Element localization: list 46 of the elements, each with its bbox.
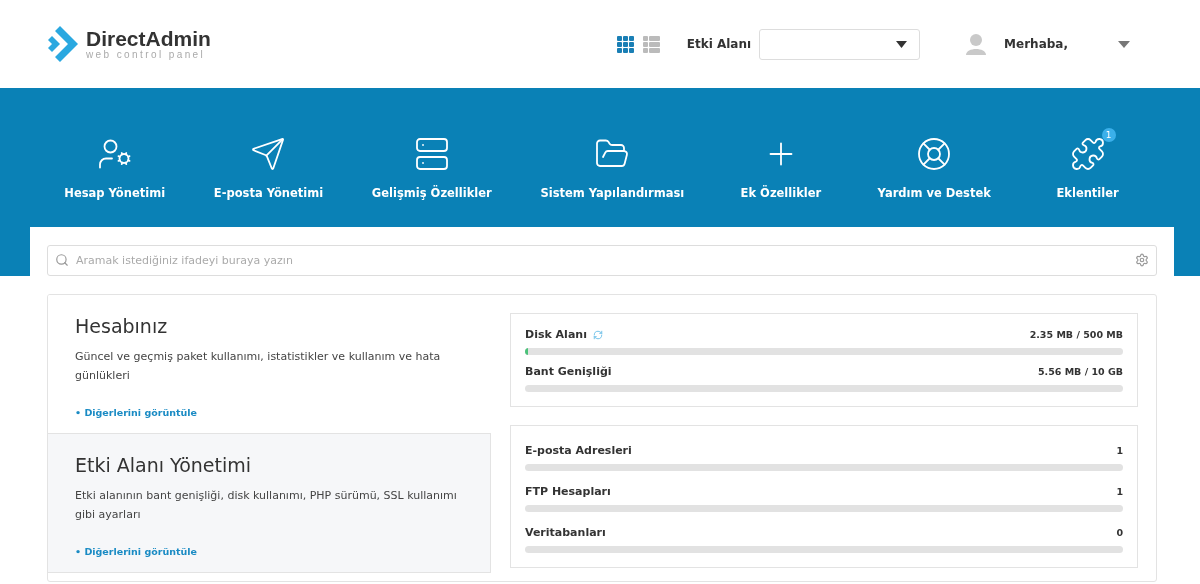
search-icon (55, 253, 69, 267)
section-title: Etki Alanı Yönetimi (75, 454, 252, 476)
logo-name: DirectAdmin (86, 28, 211, 49)
refresh-icon[interactable] (592, 329, 603, 340)
count-reading: 1 (1116, 445, 1123, 456)
paper-plane-icon (250, 136, 287, 172)
usage-label: Bant Genişliği (525, 365, 612, 378)
caret-icon[interactable] (1118, 40, 1130, 48)
count-label: Veritabanları (525, 526, 606, 539)
list-icon (642, 35, 660, 53)
section-description: Güncel ve geçmiş paket kullanımı, istatistikler ve kullanım ve hata günlükleri (75, 349, 442, 384)
section-panel[interactable]: Hesabınız Güncel ve geçmiş paket kullanımı, istatistikler ve kullanım ve hata günlükleri • Diğerlerini görüntüle (48, 295, 491, 434)
grid-icon (616, 35, 634, 53)
greeting: Merhaba, (1004, 37, 1068, 51)
nav-item[interactable]: Hesap Yönetimi (52, 126, 178, 200)
view-toggle[interactable] (616, 35, 634, 53)
domain-label: Etki Alanı (686, 37, 752, 51)
puzzle-icon (1069, 136, 1106, 172)
nav-item[interactable]: Ek Özellikler (720, 126, 841, 200)
section-description: Etki alanının bant genişliği, disk kullanımı, PHP sürümü, SSL kullanımı gibi ayarları (75, 488, 458, 523)
view-more-link[interactable]: • Diğerlerini görüntüle (75, 546, 197, 557)
usage-reading: 2.35 MB / 500 MB (1029, 329, 1123, 340)
usage-reading: 5.56 MB / 10 GB (1037, 366, 1123, 377)
nav-item[interactable]: E-posta Yönetimi (201, 126, 336, 200)
count-reading: 1 (1116, 486, 1123, 497)
nav-item[interactable]: Sistem Yapılandırması (528, 126, 697, 200)
section-panel[interactable]: Etki Alanı Yönetimi Etki alanının bant genişliği, disk kullanımı, PHP sürümü, SSL kullanımı gibi ayarları • Diğerlerini görüntüle (48, 434, 491, 573)
settings-icon[interactable] (1135, 253, 1149, 267)
lifebuoy-icon (916, 136, 953, 172)
count-reading: 0 (1116, 527, 1123, 538)
nav-item[interactable]: 1 Eklentiler (1027, 126, 1148, 200)
section-title: Hesabınız (75, 315, 169, 337)
count-label: E-posta Adresleri (525, 444, 632, 457)
nav-item[interactable]: Yardım ve Destek (865, 126, 1003, 200)
avatar-icon (966, 33, 987, 55)
view-toggle[interactable] (642, 35, 660, 53)
count-label: FTP Hesapları (525, 485, 611, 498)
usage-label: Disk Alanı (525, 328, 587, 341)
search-field[interactable]: Aramak istediğiniz ifadeyi buraya yazın (47, 245, 1157, 276)
logo-tagline: web control panel (86, 49, 207, 60)
view-more-link[interactable]: • Diğerlerini görüntüle (75, 407, 197, 418)
caret-icon (896, 40, 908, 48)
count-badge: 1 (1101, 128, 1116, 142)
nav-item[interactable]: Gelişmiş Özellikler (359, 126, 504, 200)
logo-icon (48, 26, 80, 62)
server-icon (413, 136, 450, 172)
